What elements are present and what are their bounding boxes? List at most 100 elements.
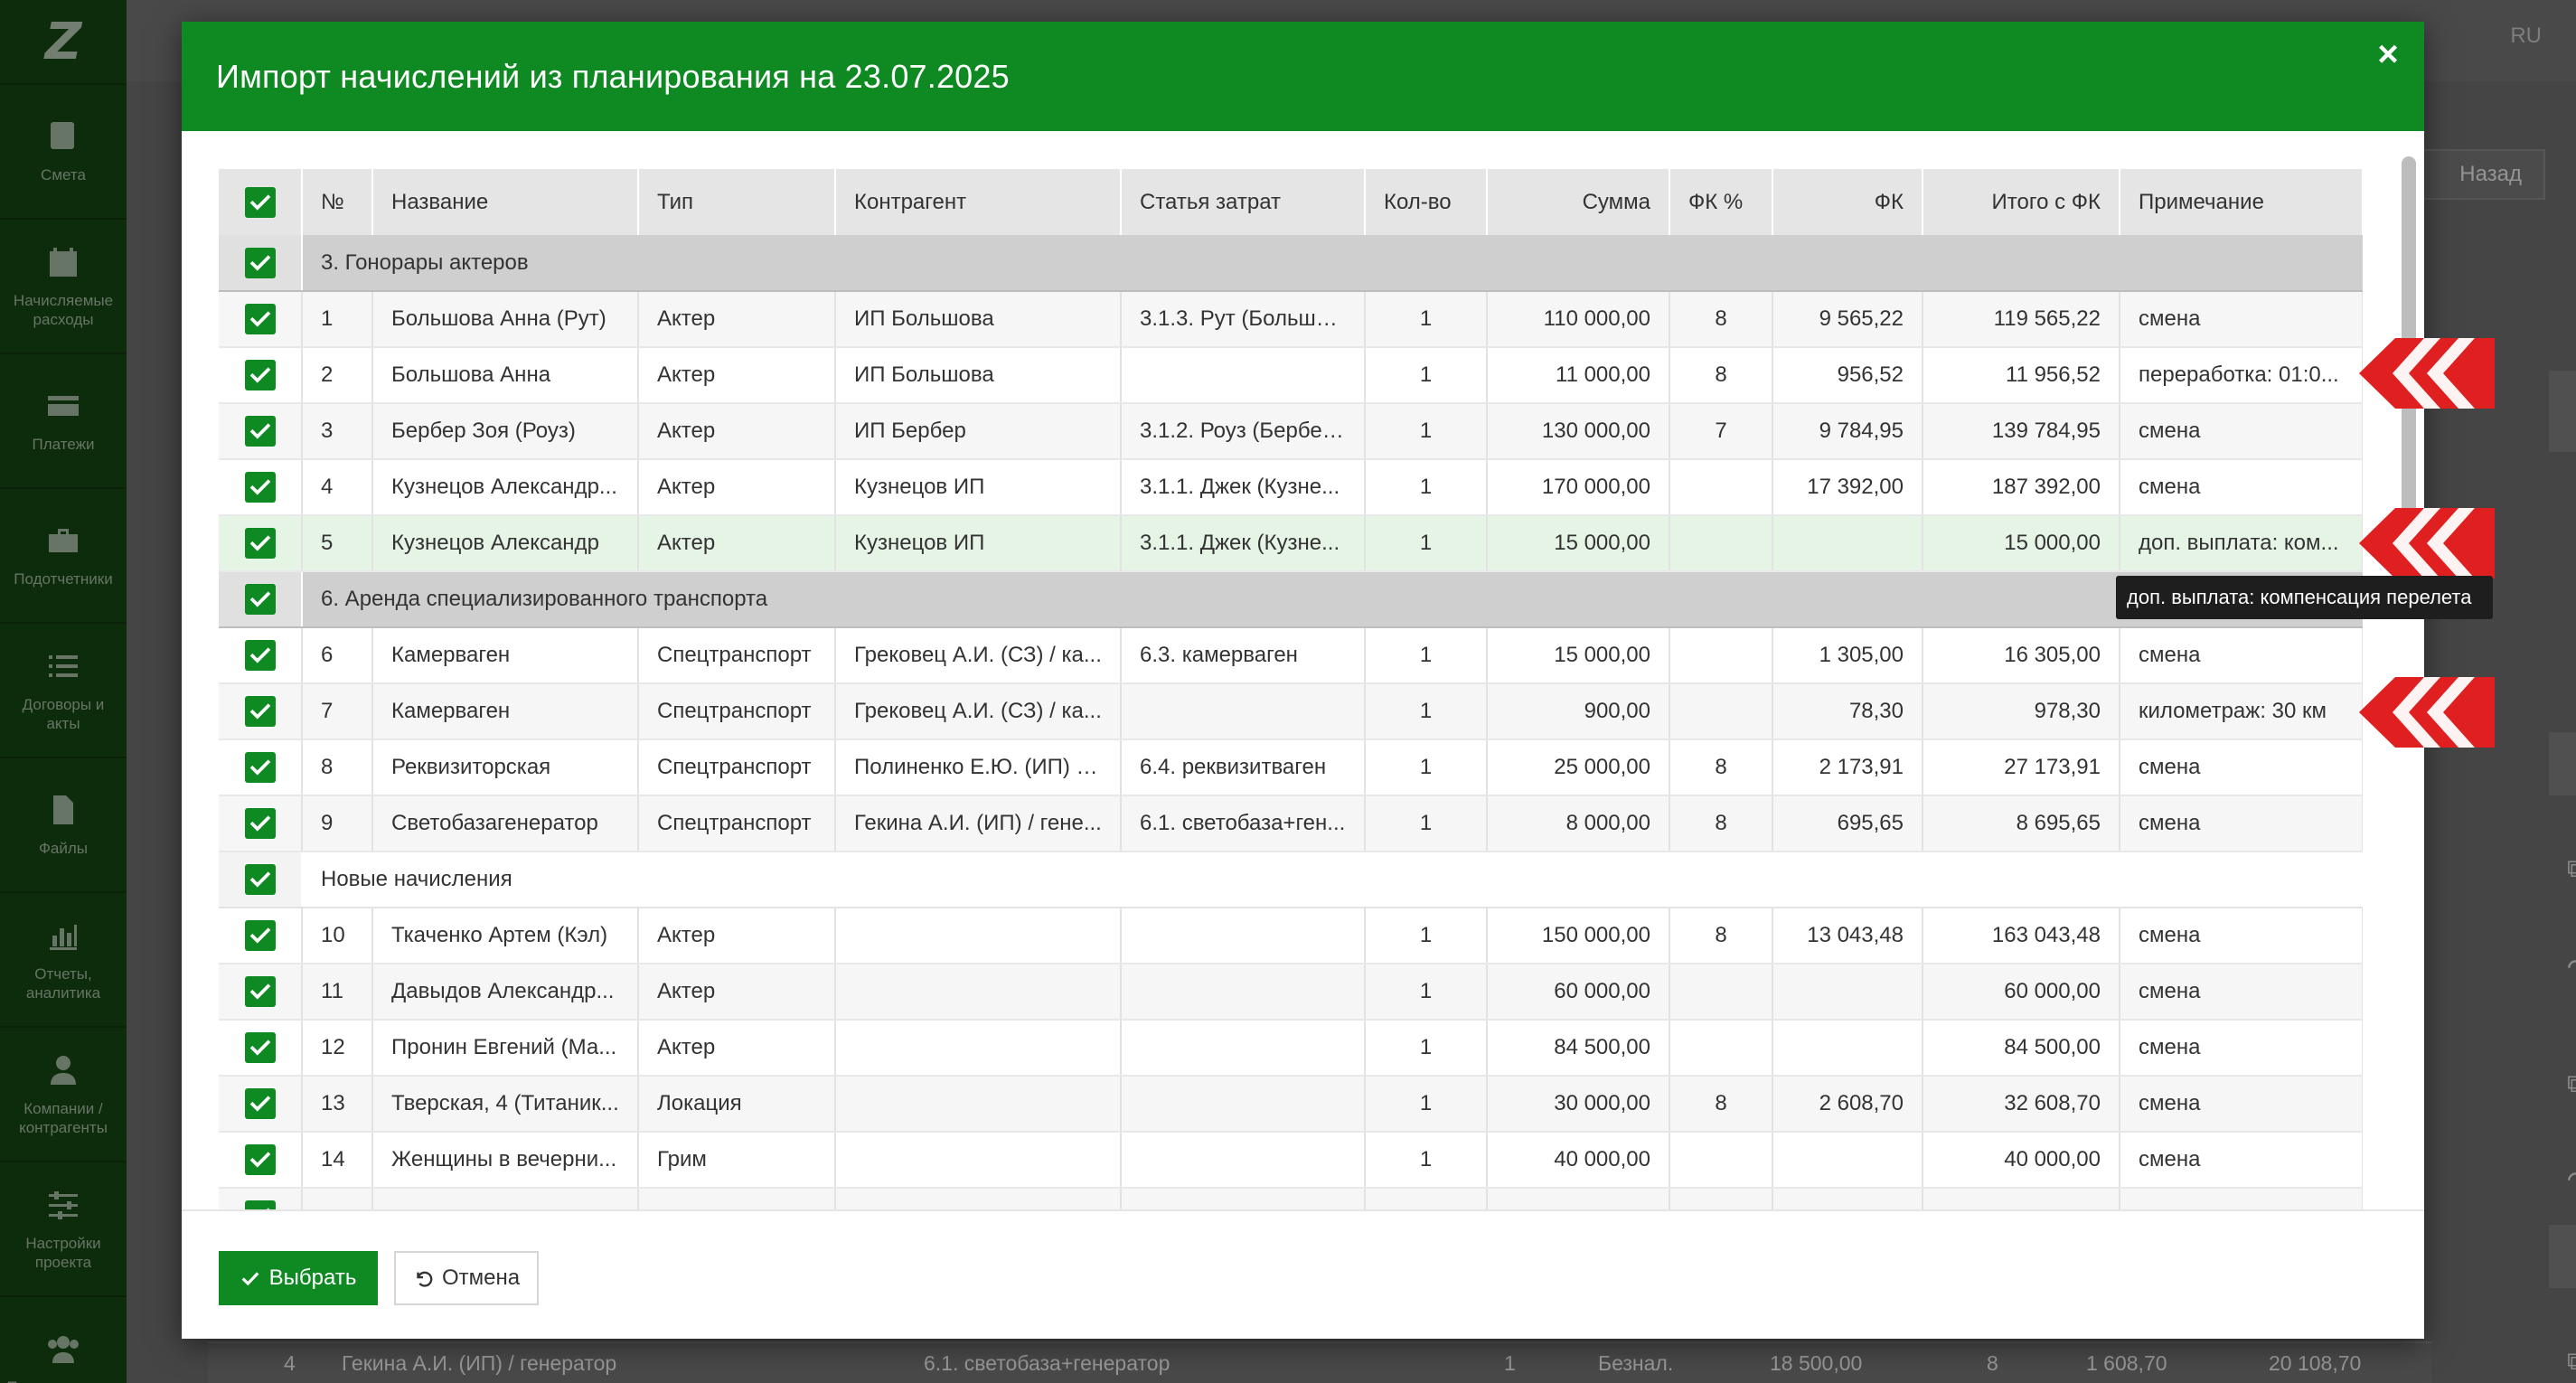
cell-qty: 1: [1365, 459, 1488, 516]
cell-note: смена: [2120, 964, 2363, 1021]
cell-fk: 695,65: [1772, 795, 1923, 852]
table-row-partial[interactable]: [219, 1188, 2363, 1209]
cell-article: 3.1.1. Джек (Кузне...: [1121, 515, 1366, 572]
table-row[interactable]: 8 Реквизиторская Спецтранспорт Полиненко Е.…: [219, 739, 2363, 796]
table-row[interactable]: 9 Светобазагенератор Спецтранспорт Гекина А…: [219, 795, 2363, 852]
cell-total: 16 305,00: [1923, 627, 2120, 684]
col-header-qty: Кол-во: [1365, 169, 1488, 235]
cell-num: 12: [302, 1020, 373, 1077]
cell-article: 6.1. светобаза+ген...: [1121, 795, 1366, 852]
row-checkbox[interactable]: [219, 403, 303, 460]
row-checkbox[interactable]: [219, 683, 303, 740]
table-row[interactable]: 14 Женщины в вечерни... Грим 1 40 000,00 40 0…: [219, 1132, 2363, 1189]
cell-num: 6: [302, 627, 373, 684]
row-checkbox[interactable]: [219, 739, 303, 796]
table-row[interactable]: 13 Тверская, 4 (Титаник... Локация 1 30 000,…: [219, 1076, 2363, 1133]
cell-sum: 8 000,00: [1487, 795, 1670, 852]
cell-type: Актер: [638, 459, 836, 516]
cell-counterparty: Полиненко Е.Ю. (ИП) / ...: [835, 739, 1122, 796]
cell-fk: 2 608,70: [1772, 1076, 1923, 1133]
cell-num: 2: [302, 347, 373, 404]
cell-fk-pct: [1669, 459, 1773, 516]
check-icon: [244, 360, 276, 390]
cell-counterparty: ИП Бербер: [835, 403, 1122, 460]
check-icon: [244, 472, 276, 503]
group-checkbox[interactable]: [219, 571, 303, 628]
cell-article: 3.1.1. Джек (Кузне...: [1121, 459, 1366, 516]
table-header-row: № Название Тип Контрагент Статья затрат …: [219, 169, 2363, 235]
row-checkbox[interactable]: [219, 515, 303, 572]
cell-num: 11: [302, 964, 373, 1021]
table-row[interactable]: 7 Камерваген Спецтранспорт Грековец А.И. (С…: [219, 683, 2363, 740]
cell-type: Актер: [638, 291, 836, 348]
group-row: 3. Гонорары актеров: [219, 235, 2363, 292]
cell-name: Кузнецов Александр: [372, 515, 639, 572]
cell-type: Актер: [638, 964, 836, 1021]
cell-type: Спецтранспорт: [638, 795, 836, 852]
cell-sum: 11 000,00: [1487, 347, 1670, 404]
table-scroll-area[interactable]: № Название Тип Контрагент Статья затрат …: [219, 169, 2363, 1209]
cell-num: 8: [302, 739, 373, 796]
row-checkbox[interactable]: [219, 1076, 303, 1133]
cell-type: Актер: [638, 1020, 836, 1077]
cell-name: Кузнецов Александр...: [372, 459, 639, 516]
col-header-name: Название: [372, 169, 639, 235]
table-row[interactable]: 4 Кузнецов Александр... Актер Кузнецов ИП 3.…: [219, 459, 2363, 516]
table-row[interactable]: 10 Ткаченко Артем (Кэл) Актер 1 150 000,00 8 1…: [219, 908, 2363, 964]
cell-note: смена: [2120, 1020, 2363, 1077]
group-checkbox[interactable]: [219, 235, 303, 292]
cell-total: 119 565,22: [1923, 291, 2120, 348]
cell-note: смена: [2120, 739, 2363, 796]
cell-type: Спецтранспорт: [638, 683, 836, 740]
table-row[interactable]: 11 Давыдов Александр... Актер 1 60 000,00 60 …: [219, 964, 2363, 1021]
cell-fk-pct: 7: [1669, 403, 1773, 460]
select-button[interactable]: Выбрать: [219, 1251, 378, 1305]
cell-num: 10: [302, 908, 373, 964]
cell-type: Актер: [638, 403, 836, 460]
table-row[interactable]: 2 Большова Анна Актер ИП Большова 1 11 000,00…: [219, 347, 2363, 404]
select-all-checkbox[interactable]: [219, 169, 303, 235]
col-header-type: Тип: [638, 169, 836, 235]
close-icon[interactable]: ×: [2372, 34, 2404, 74]
cell-total: 84 500,00: [1923, 1020, 2120, 1077]
row-checkbox[interactable]: [219, 1132, 303, 1189]
row-checkbox[interactable]: [219, 459, 303, 516]
cell-qty: 1: [1365, 739, 1488, 796]
table-row[interactable]: 12 Пронин Евгений (Ма... Актер 1 84 500,00 84…: [219, 1020, 2363, 1077]
cell-type: Актер: [638, 347, 836, 404]
row-checkbox[interactable]: [219, 291, 303, 348]
row-checkbox[interactable]: [219, 964, 303, 1021]
check-icon: [244, 1200, 276, 1209]
check-icon: [244, 920, 276, 951]
table-row[interactable]: 3 Бербер Зоя (Роуз) Актер ИП Бербер 3.1.2. Р…: [219, 403, 2363, 460]
cell-qty: 1: [1365, 964, 1488, 1021]
cell-fk: 78,30: [1772, 683, 1923, 740]
row-checkbox[interactable]: [219, 795, 303, 852]
row-checkbox[interactable]: [219, 1188, 303, 1209]
row-checkbox[interactable]: [219, 1020, 303, 1077]
cell-note: километраж: 30 км: [2120, 683, 2363, 740]
row-checkbox[interactable]: [219, 627, 303, 684]
cell-name: Большова Анна: [372, 347, 639, 404]
check-icon: [244, 640, 276, 671]
check-icon: [244, 808, 276, 839]
cell-fk: [1772, 964, 1923, 1021]
cell-article: [1121, 1076, 1366, 1133]
cell-note: смена: [2120, 795, 2363, 852]
cell-name: Камерваген: [372, 683, 639, 740]
cell-total: 15 000,00: [1923, 515, 2120, 572]
check-icon: [244, 696, 276, 727]
table-row[interactable]: 1 Большова Анна (Рут) Актер ИП Большова 3.1.…: [219, 291, 2363, 348]
row-checkbox[interactable]: [219, 908, 303, 964]
cell-name: Светобазагенератор: [372, 795, 639, 852]
table-row[interactable]: 6 Камерваген Спецтранспорт Грековец А.И. (С…: [219, 627, 2363, 684]
col-header-fk-pct: ФК %: [1669, 169, 1773, 235]
group-checkbox[interactable]: [219, 851, 303, 908]
cell-num: 9: [302, 795, 373, 852]
cell-note: смена: [2120, 403, 2363, 460]
row-checkbox[interactable]: [219, 347, 303, 404]
cancel-button[interactable]: Отмена: [394, 1251, 539, 1305]
cell-sum: 60 000,00: [1487, 964, 1670, 1021]
table-row[interactable]: 5 Кузнецов Александр Актер Кузнецов ИП 3.1.1…: [219, 515, 2363, 572]
cell-name: Женщины в вечерни...: [372, 1132, 639, 1189]
